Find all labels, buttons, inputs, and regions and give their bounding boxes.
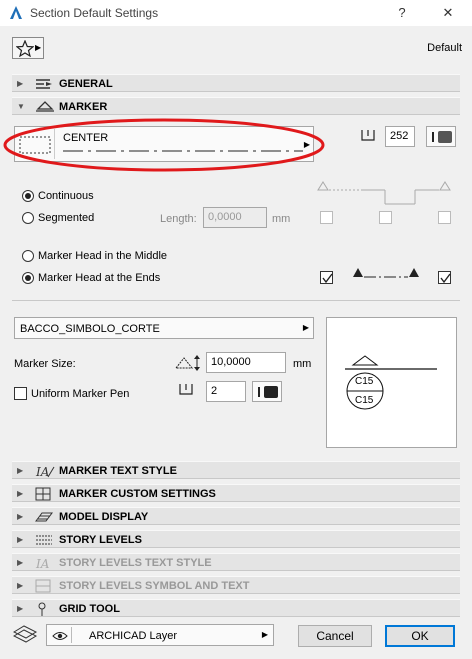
uniform-marker-pen-checkbox[interactable] [14, 387, 27, 400]
head-ends-label: Marker Head at the Ends [38, 272, 161, 284]
uniform-marker-pen-label: Uniform Marker Pen [31, 388, 130, 400]
section-model-display[interactable]: ▶ MODEL DISPLAY [12, 507, 460, 525]
model-display-icon [35, 512, 53, 522]
preview-text-bottom: C15 [355, 395, 374, 406]
section-general[interactable]: ▶ GENERAL [12, 74, 460, 92]
segmented-radio[interactable] [22, 212, 34, 224]
svg-text:IA: IA [35, 557, 50, 570]
continuous-radio[interactable] [22, 190, 34, 202]
general-settings-icon [36, 79, 52, 89]
section-marker-custom-settings[interactable]: ▶ MARKER CUSTOM SETTINGS [12, 484, 460, 502]
head-end-checkbox[interactable] [438, 271, 451, 284]
red-annotation-ellipse [3, 118, 325, 172]
expand-arrow-icon: ▶ [17, 466, 24, 475]
layer-selector[interactable]: ARCHICAD Layer ▶ [46, 624, 274, 646]
segmented-label: Segmented [38, 212, 95, 224]
expand-arrow-icon: ▶ [17, 79, 24, 88]
expand-arrow-icon: ▶ [17, 535, 24, 544]
segment-end-checkbox[interactable] [438, 211, 451, 224]
segment-middle-checkbox[interactable] [379, 211, 392, 224]
length-label: Length: [160, 213, 197, 225]
section-story-levels-text-style[interactable]: ▶ IA STORY LEVELS TEXT STYLE [12, 553, 460, 571]
continuous-label: Continuous [38, 190, 94, 202]
chevron-right-icon: ▶ [261, 630, 268, 639]
marker-preview-graphic [345, 355, 437, 410]
preview-text-top: C15 [355, 376, 374, 387]
expand-arrow-icon: ▶ [17, 512, 24, 521]
head-start-checkbox[interactable] [320, 271, 333, 284]
story-levels-icon [36, 535, 52, 545]
section-story-levels-symbol-and-text[interactable]: ▶ STORY LEVELS SYMBOL AND TEXT [12, 576, 460, 594]
marker-size-icon [174, 355, 200, 371]
section-label: GRID TOOL [59, 603, 120, 615]
text-style-icon: IA [35, 557, 50, 570]
ok-button[interactable]: OK [385, 625, 455, 647]
expand-arrow-icon: ▶ [17, 558, 24, 567]
marker-symbol-selector[interactable]: BACCO_SIMBOLO_CORTE ▶ [14, 317, 314, 339]
favorites-button[interactable]: ▶ [12, 37, 44, 59]
length-unit: mm [272, 213, 291, 225]
text-style-icon: IA [35, 465, 55, 478]
section-label: STORY LEVELS TEXT STYLE [59, 557, 212, 569]
head-ends-diagram [353, 268, 419, 278]
grid-tool-icon [38, 602, 46, 616]
pen-icon [179, 384, 193, 395]
window-title: Section Default Settings [30, 6, 159, 20]
custom-settings-icon [35, 487, 51, 501]
marker-symbol-name: BACCO_SIMBOLO_CORTE [20, 323, 160, 335]
collapse-arrow-icon: ▼ [17, 102, 25, 111]
section-story-levels[interactable]: ▶ STORY LEVELS [12, 530, 460, 548]
section-label: STORY LEVELS SYMBOL AND TEXT [59, 580, 250, 592]
chevron-right-icon: ▶ [35, 43, 42, 52]
section-label: MARKER TEXT STYLE [59, 465, 177, 477]
expand-arrow-icon: ▶ [17, 581, 24, 590]
section-label: GENERAL [59, 78, 113, 90]
archicad-app-icon [10, 6, 22, 19]
close-button[interactable]: ✕ [434, 3, 462, 23]
section-label: MARKER [59, 101, 108, 113]
divider [12, 300, 460, 301]
chevron-right-icon: ▶ [302, 323, 309, 332]
star-icon [16, 40, 34, 57]
cancel-button[interactable]: Cancel [298, 625, 372, 647]
uniform-pen-field[interactable]: 2 [206, 381, 246, 402]
eye-icon [52, 632, 68, 640]
segment-start-checkbox[interactable] [320, 211, 333, 224]
marker-size-field[interactable]: 10,0000 [206, 352, 286, 373]
section-marker[interactable]: ▼ MARKER [12, 97, 460, 115]
section-label: MODEL DISPLAY [59, 511, 149, 523]
head-ends-radio[interactable] [22, 272, 34, 284]
layers-icon [12, 625, 38, 643]
marker-size-label: Marker Size: [14, 358, 76, 370]
custom-settings-icon [35, 579, 51, 593]
section-grid-tool[interactable]: ▶ GRID TOOL [12, 599, 460, 617]
head-middle-radio[interactable] [22, 250, 34, 262]
expand-arrow-icon: ▶ [17, 489, 24, 498]
favorites-label: Default [427, 42, 462, 54]
pen-icon [361, 130, 375, 141]
uniform-pen-color-swatch[interactable] [252, 381, 282, 402]
help-button[interactable]: ? [388, 3, 416, 23]
layer-name: ARCHICAD Layer [89, 630, 178, 642]
section-marker-text-style[interactable]: ▶ IA MARKER TEXT STYLE [12, 461, 460, 479]
length-field[interactable]: 0,0000 [203, 207, 267, 228]
head-middle-label: Marker Head in the Middle [38, 250, 168, 262]
section-label: STORY LEVELS [59, 534, 142, 546]
marker-size-unit: mm [293, 358, 312, 370]
pen-color-swatch[interactable] [426, 126, 456, 147]
marker-preview: C15 C15 [326, 317, 457, 448]
pen-number-field[interactable]: 252 [385, 126, 415, 147]
marker-icon [36, 101, 54, 112]
expand-arrow-icon: ▶ [17, 604, 24, 613]
svg-text:IA: IA [35, 465, 50, 478]
section-label: MARKER CUSTOM SETTINGS [59, 488, 216, 500]
